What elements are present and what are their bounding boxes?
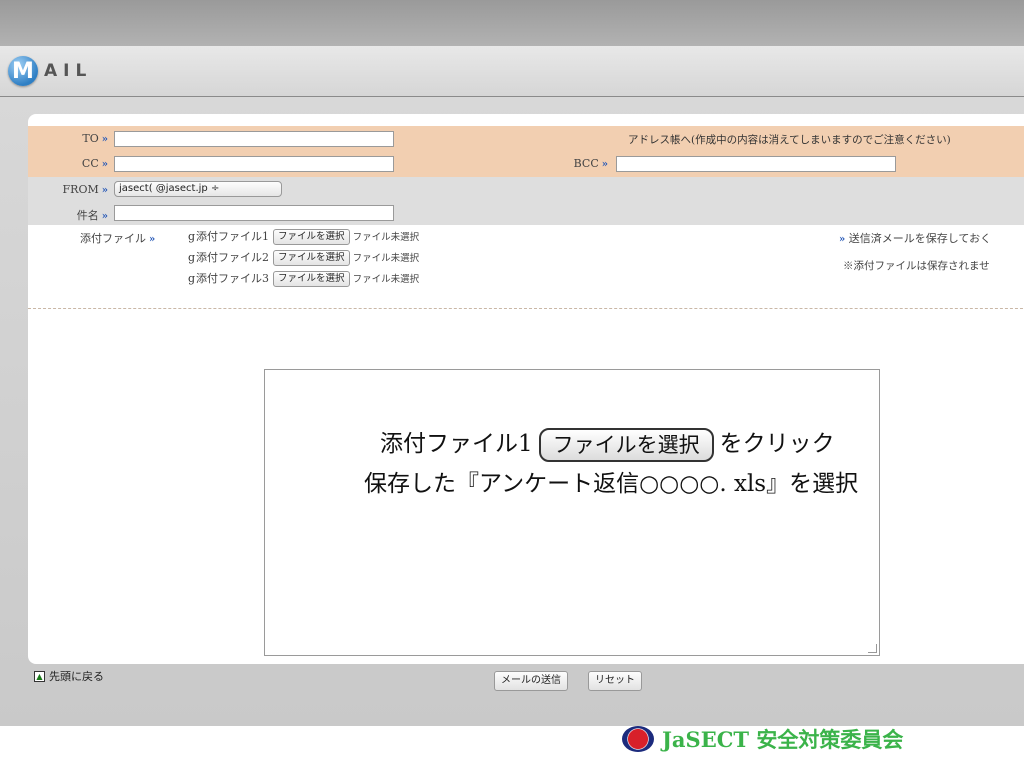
attachment-row-1: g添付ファイル1 ファイルを選択 ファイル未選択 [188, 228, 419, 245]
attachment-label: 添付ファイル1 [196, 230, 270, 243]
mail-app: M AIL TO» アドレス帳へ(作成中の内容は消えてしまいますのでご注意くださ… [0, 46, 1024, 726]
file-status: ファイル未選択 [352, 274, 420, 285]
choose-file-button-2[interactable]: ファイルを選択 [273, 250, 350, 266]
attach-not-saved-note: ※添付ファイルは保存されませ [843, 260, 990, 272]
address-book-link[interactable]: アドレス帳へ(作成中の内容は消えてしまいますのでご注意ください) [628, 132, 951, 147]
save-sent-label: 送信済メールを保存しておく [848, 232, 992, 245]
choose-file-button-3[interactable]: ファイルを選択 [273, 271, 350, 287]
double-arrow-icon: » [101, 134, 108, 145]
instruction-button-callout: ファイルを選択 [538, 428, 714, 462]
message-body-textarea[interactable] [264, 369, 880, 656]
bcc-label: BCC [573, 157, 599, 170]
bcc-input[interactable] [616, 156, 896, 172]
attachment-row-2: g添付ファイル2 ファイルを選択 ファイル未選択 [188, 249, 419, 266]
from-label-wrap: FROM» [38, 183, 108, 196]
file-status: ファイル未選択 [352, 253, 420, 264]
subject-label-wrap: 件名» [38, 207, 108, 223]
instruction-line-1: 添付ファイル1 ファイルを選択 をクリック [380, 424, 835, 462]
attach-label-wrap: 添付ファイル» [80, 230, 155, 246]
cc-label-wrap: CC» [48, 157, 108, 170]
resize-handle-icon[interactable] [868, 644, 877, 653]
to-input[interactable] [114, 131, 394, 147]
footer: JaSECT 安全対策委員会 [622, 724, 903, 754]
to-label: TO [82, 132, 99, 145]
paperclip-icon: g [188, 272, 196, 285]
instruction-suffix: をクリック [719, 431, 835, 457]
save-sent-option[interactable]: » 送信済メールを保存しておく [836, 230, 991, 246]
subject-input[interactable] [114, 205, 394, 221]
file-status: ファイル未選択 [352, 232, 420, 243]
to-row: TO» アドレス帳へ(作成中の内容は消えてしまいますのでご注意ください) [28, 126, 1024, 152]
attachment-label: 添付ファイル2 [196, 251, 270, 264]
attach-label: 添付ファイル [80, 232, 146, 245]
double-arrow-icon: » [839, 234, 846, 245]
paperclip-icon: g [188, 251, 196, 264]
back-to-top-label: 先頭に戻る [49, 670, 104, 683]
back-to-top-link[interactable]: ▲ 先頭に戻る [34, 668, 104, 684]
mail-form-panel: TO» アドレス帳へ(作成中の内容は消えてしまいますのでご注意ください) CC»… [28, 114, 1024, 691]
double-arrow-icon: » [601, 159, 608, 170]
footer-org-name: JaSECT 安全対策委員会 [662, 727, 904, 752]
top-bar [0, 0, 1024, 46]
choose-file-button-1[interactable]: ファイルを選択 [273, 229, 350, 245]
jasect-logo-icon [622, 726, 654, 752]
instruction-line-2: 保存した『アンケート返信○○○○. xls』を選択 [364, 471, 859, 497]
from-label: FROM [62, 183, 99, 196]
send-mail-button[interactable]: メールの送信 [494, 671, 568, 691]
cc-input[interactable] [114, 156, 394, 172]
attachments-section: 添付ファイル» g添付ファイル1 ファイルを選択 ファイル未選択 g添付ファイル2 フ… [28, 225, 1024, 309]
double-arrow-icon: » [101, 185, 108, 196]
app-header: M AIL [0, 46, 1024, 97]
double-arrow-icon: » [149, 234, 156, 245]
logo-m-icon: M [8, 56, 38, 86]
from-select[interactable]: jasect( @jasect.jp ÷ [114, 181, 282, 197]
arrow-up-icon: ▲ [34, 670, 45, 682]
to-label-wrap: TO» [48, 132, 108, 145]
subject-label: 件名 [76, 209, 99, 222]
cc-row: CC» BCC» [28, 151, 1024, 178]
mail-logo: M AIL [8, 56, 92, 86]
attachment-row-3: g添付ファイル3 ファイルを選択 ファイル未選択 [188, 270, 419, 287]
reset-button[interactable]: リセット [588, 671, 642, 691]
from-row: FROM» jasect( @jasect.jp ÷ [28, 177, 1024, 202]
instruction-prefix: 添付ファイル1 [380, 431, 533, 457]
paperclip-icon: g [188, 230, 196, 243]
attachment-label: 添付ファイル3 [196, 272, 270, 285]
cc-label: CC [81, 157, 99, 170]
logo-text: AIL [44, 61, 93, 81]
double-arrow-icon: » [101, 211, 108, 222]
bcc-label-wrap: BCC» [548, 157, 608, 170]
subject-row: 件名» [28, 201, 1024, 226]
double-arrow-icon: » [101, 159, 108, 170]
